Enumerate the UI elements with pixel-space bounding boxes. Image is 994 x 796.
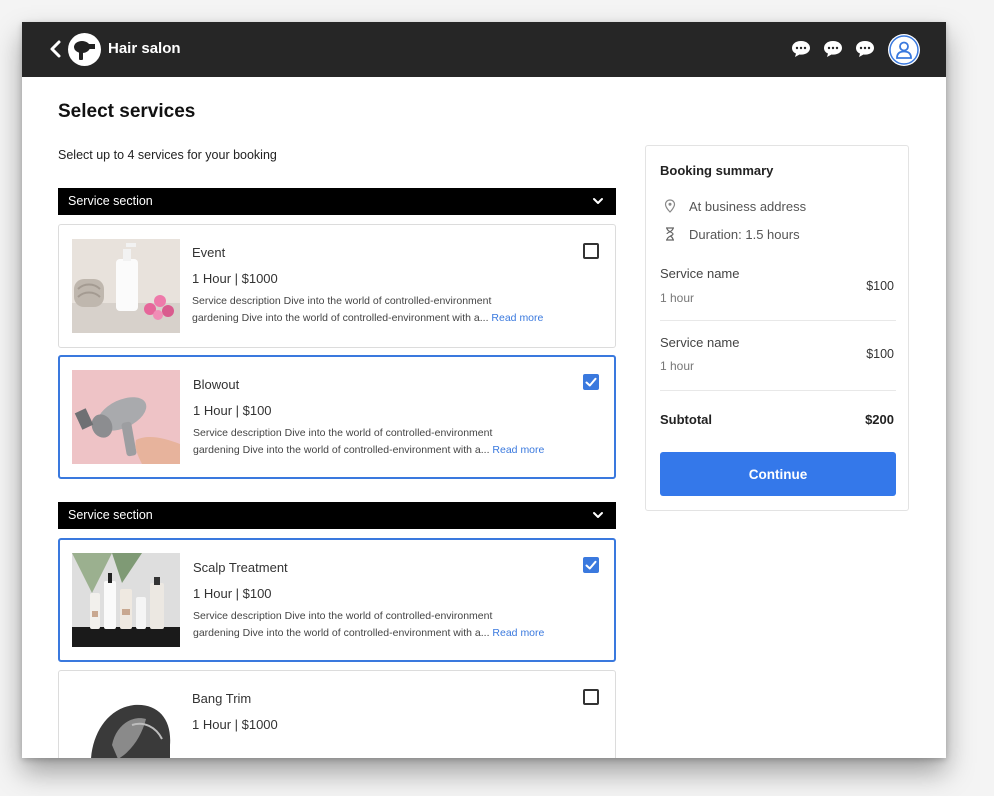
user-icon[interactable] [888, 34, 920, 66]
summary-service-duration: 1 hour [660, 359, 695, 373]
service-name: Blowout [193, 377, 240, 392]
description-line: gardening Dive into the world of control… [193, 444, 490, 456]
service-duration-price: 1 Hour | $1000 [192, 717, 278, 732]
read-more-link[interactable]: Read more [492, 444, 544, 456]
app-window: Hair salon Select services Select up to … [22, 22, 946, 758]
service-card-event[interactable]: Event 1 Hour | $1000 Service description… [58, 224, 616, 348]
chevron-down-icon [591, 194, 605, 208]
service-name: Bang Trim [192, 691, 252, 706]
description-line: gardening Dive into the world of control… [192, 312, 489, 324]
service-section-header[interactable]: Service section [58, 188, 616, 215]
page-title: Select services [58, 101, 196, 122]
section-label: Service section [68, 508, 153, 522]
brand-name: Hair salon [108, 40, 181, 57]
summary-service-duration: 1 hour [660, 291, 695, 305]
description-line: Service description Dive into the world … [192, 295, 492, 307]
service-description: Service description Dive into the world … [193, 608, 608, 642]
divider [660, 320, 896, 321]
subtotal-label: Subtotal [660, 412, 712, 427]
service-card-scalp-treatment[interactable]: Scalp Treatment 1 Hour | $100 Service de… [58, 538, 616, 662]
service-checkbox[interactable] [583, 243, 599, 259]
summary-service-price: $100 [866, 279, 894, 293]
top-bar: Hair salon [22, 22, 946, 77]
chat-icon[interactable] [790, 38, 812, 60]
hourglass-icon [664, 227, 676, 241]
summary-location: At business address [689, 199, 807, 214]
chat-icon[interactable] [854, 38, 876, 60]
checkmark-icon [585, 377, 597, 387]
service-checkbox-checked[interactable] [583, 374, 599, 390]
service-description: Service description Dive into the world … [192, 293, 607, 327]
summary-title: Booking summary [660, 163, 774, 178]
read-more-link[interactable]: Read more [492, 627, 544, 639]
description-line: Service description Dive into the world … [193, 427, 493, 439]
checkmark-icon [585, 560, 597, 570]
summary-service-price: $100 [866, 347, 894, 361]
service-checkbox-checked[interactable] [583, 557, 599, 573]
divider [660, 390, 896, 391]
service-image [72, 685, 180, 758]
summary-duration: Duration: 1.5 hours [689, 227, 800, 242]
back-icon[interactable] [48, 38, 64, 60]
hair-dryer-logo [68, 33, 101, 66]
subtotal-value: $200 [865, 412, 894, 427]
location-pin-icon [664, 199, 676, 213]
service-name: Scalp Treatment [193, 560, 288, 575]
chat-icon[interactable] [822, 38, 844, 60]
booking-summary-panel: Booking summary At business address Dura… [645, 145, 909, 511]
service-card-bang-trim[interactable]: Bang Trim 1 Hour | $1000 [58, 670, 616, 758]
summary-service-name: Service name [660, 266, 740, 281]
chevron-down-icon [591, 508, 605, 522]
continue-button[interactable]: Continue [660, 452, 896, 496]
section-label: Service section [68, 194, 153, 208]
service-card-blowout[interactable]: Blowout 1 Hour | $100 Service descriptio… [58, 355, 616, 479]
description-line: Service description Dive into the world … [193, 610, 493, 622]
service-name: Event [192, 245, 226, 260]
service-duration-price: 1 Hour | $100 [193, 403, 272, 418]
service-description: Service description Dive into the world … [193, 425, 608, 459]
description-line: gardening Dive into the world of control… [193, 627, 490, 639]
summary-service-name: Service name [660, 335, 740, 350]
read-more-link[interactable]: Read more [491, 312, 543, 324]
service-image [72, 370, 180, 464]
service-checkbox[interactable] [583, 689, 599, 705]
service-image [72, 239, 180, 333]
service-image [72, 553, 180, 647]
service-section-header[interactable]: Service section [58, 502, 616, 529]
service-duration-price: 1 Hour | $1000 [192, 271, 278, 286]
page-subtitle: Select up to 4 services for your booking [58, 148, 277, 162]
service-duration-price: 1 Hour | $100 [193, 586, 272, 601]
